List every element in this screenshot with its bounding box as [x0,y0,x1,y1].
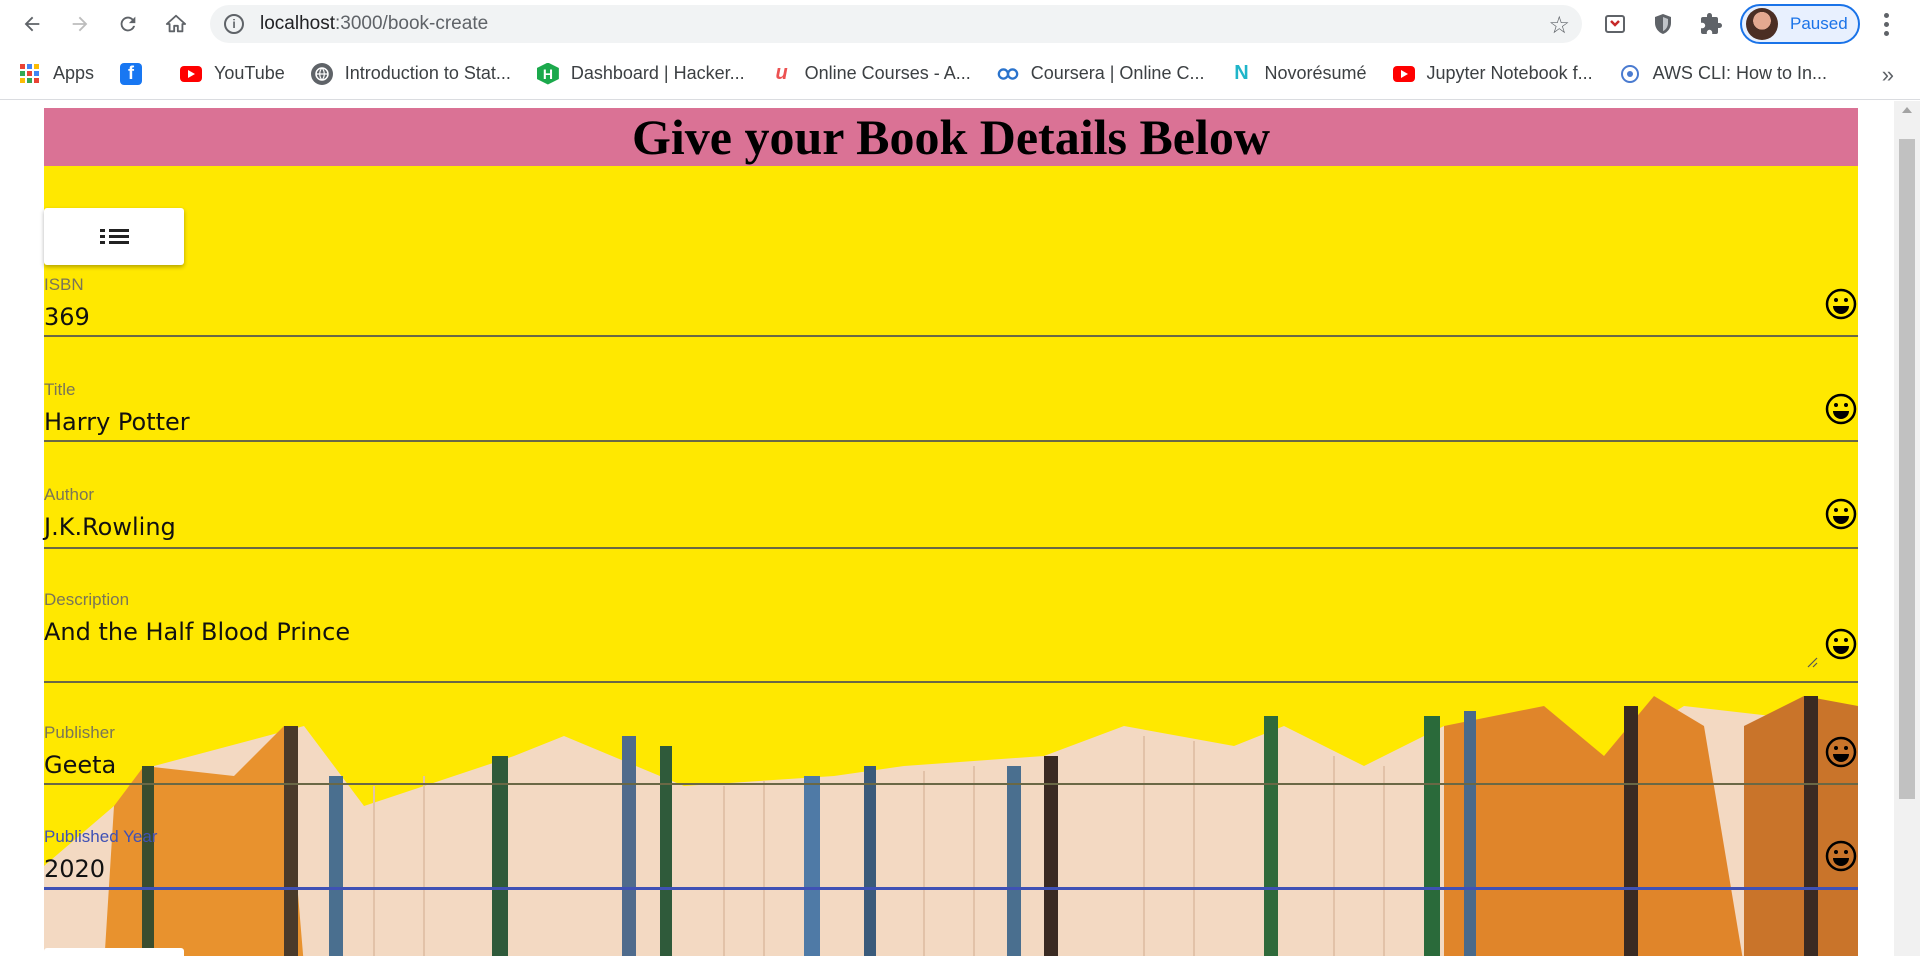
bookmark-label: Apps [53,63,95,83]
isbn-label: ISBN [44,275,84,294]
bookmark-apps[interactable]: Apps [20,63,94,84]
book-create-page: Give your Book Details Below ISBN 369 Ti… [44,108,1858,956]
bookmark-youtube[interactable]: YouTube [180,63,285,84]
site-info-icon[interactable]: i [224,14,244,34]
bookmark-label: Online Courses - A... [804,63,971,83]
bookmark-label: AWS CLI: How to In... [1652,63,1827,83]
back-arrow-icon[interactable] [12,4,52,44]
profile-button[interactable]: Paused [1740,4,1860,44]
isbn-field[interactable]: ISBN 369 [44,275,1858,369]
scroll-up-icon[interactable] [1902,107,1912,113]
title-label: Title [44,380,76,399]
pocket-extension-icon[interactable] [1600,9,1630,39]
page-header: Give your Book Details Below [44,108,1858,166]
smiley-icon [1825,628,1857,660]
book-list-button[interactable] [44,208,184,265]
coursera-icon [997,63,1019,85]
browser-toolbar: i localhost:3000/book-create ☆ Paused [0,0,1920,48]
smiley-icon [1825,498,1857,530]
bookmark-coursera[interactable]: Coursera | Online C... [997,63,1205,85]
author-underline [44,547,1858,549]
bookmark-facebook[interactable]: f [120,62,154,85]
bookmark-label: Jupyter Notebook f... [1426,63,1593,83]
author-field[interactable]: Author J.K.Rowling [44,485,1858,579]
forward-arrow-icon[interactable] [60,4,100,44]
published-year-label: Published Year [44,827,158,846]
reload-icon[interactable] [108,4,148,44]
title-input[interactable]: Harry Potter [44,408,1858,436]
smiley-icon [1825,840,1857,872]
bookmark-label: YouTube [214,63,285,83]
scrollbar-thumb[interactable] [1899,139,1915,799]
bookmark-star-icon[interactable]: ☆ [1548,11,1570,40]
page-viewport: Give your Book Details Below ISBN 369 Ti… [0,101,1920,956]
bookmark-novoresume[interactable]: N Novorésumé [1230,62,1367,85]
bookmark-label: Novorésumé [1264,63,1367,83]
isbn-underline [44,335,1858,337]
published-year-field[interactable]: Published Year 2020 [44,827,1858,921]
globe-icon [310,62,333,85]
bookmarks-bar: Apps f YouTube Introduction to Stat... H… [0,48,1920,100]
aws-icon [1619,63,1641,85]
isbn-input[interactable]: 369 [44,303,1858,331]
novoresume-icon: N [1234,62,1249,84]
publisher-label: Publisher [44,723,115,742]
shield-extension-icon[interactable] [1648,9,1678,39]
youtube-icon [1392,65,1415,82]
home-icon[interactable] [156,4,196,44]
bookmark-udemy[interactable]: u Online Courses - A... [771,62,971,85]
bookmark-jupyter[interactable]: Jupyter Notebook f... [1392,63,1593,84]
address-bar[interactable]: i localhost:3000/book-create ☆ [210,5,1582,43]
description-label: Description [44,590,130,609]
browser-menu-icon[interactable] [1876,8,1896,40]
url-text: localhost:3000/book-create [260,13,489,34]
avatar [1746,8,1778,40]
smiley-icon [1825,288,1857,320]
description-field[interactable]: Description And the Half Blood Prince [44,590,1858,720]
publisher-field[interactable]: Publisher Geeta [44,723,1858,817]
bookmarks-overflow-icon[interactable]: » [1882,62,1894,88]
bookmark-intro-stat[interactable]: Introduction to Stat... [310,62,511,85]
title-underline [44,440,1858,442]
hackerrank-icon: H [536,62,559,85]
published-year-input[interactable]: 2020 [44,855,1858,883]
apps-grid-icon [20,64,39,83]
smiley-icon [1825,736,1857,768]
bookmark-label: Dashboard | Hacker... [570,63,745,83]
list-icon [99,229,129,244]
description-textarea[interactable]: And the Half Blood Prince [44,618,1858,646]
resize-grip-icon[interactable] [1804,654,1818,668]
profile-status-label: Paused [1790,14,1848,33]
author-label: Author [44,485,95,504]
publisher-underline [44,783,1858,785]
publisher-input[interactable]: Geeta [44,751,1858,779]
title-field[interactable]: Title Harry Potter [44,380,1858,474]
published-year-underline [44,887,1858,890]
smiley-icon [1825,393,1857,425]
facebook-icon: f [120,62,143,85]
author-input[interactable]: J.K.Rowling [44,513,1858,541]
description-underline [44,681,1858,683]
page-scrollbar[interactable] [1894,101,1920,956]
bookmark-label: Coursera | Online C... [1030,63,1205,83]
bookmark-hackerrank[interactable]: H Dashboard | Hacker... [536,62,745,85]
bookmark-aws-cli[interactable]: AWS CLI: How to In... [1619,63,1827,85]
bookmark-label: Introduction to Stat... [344,63,511,83]
udemy-icon: u [775,62,788,84]
page-title: Give your Book Details Below [632,109,1270,165]
extensions-puzzle-icon[interactable] [1696,9,1726,39]
youtube-icon [180,65,203,82]
submit-button[interactable] [44,948,184,956]
